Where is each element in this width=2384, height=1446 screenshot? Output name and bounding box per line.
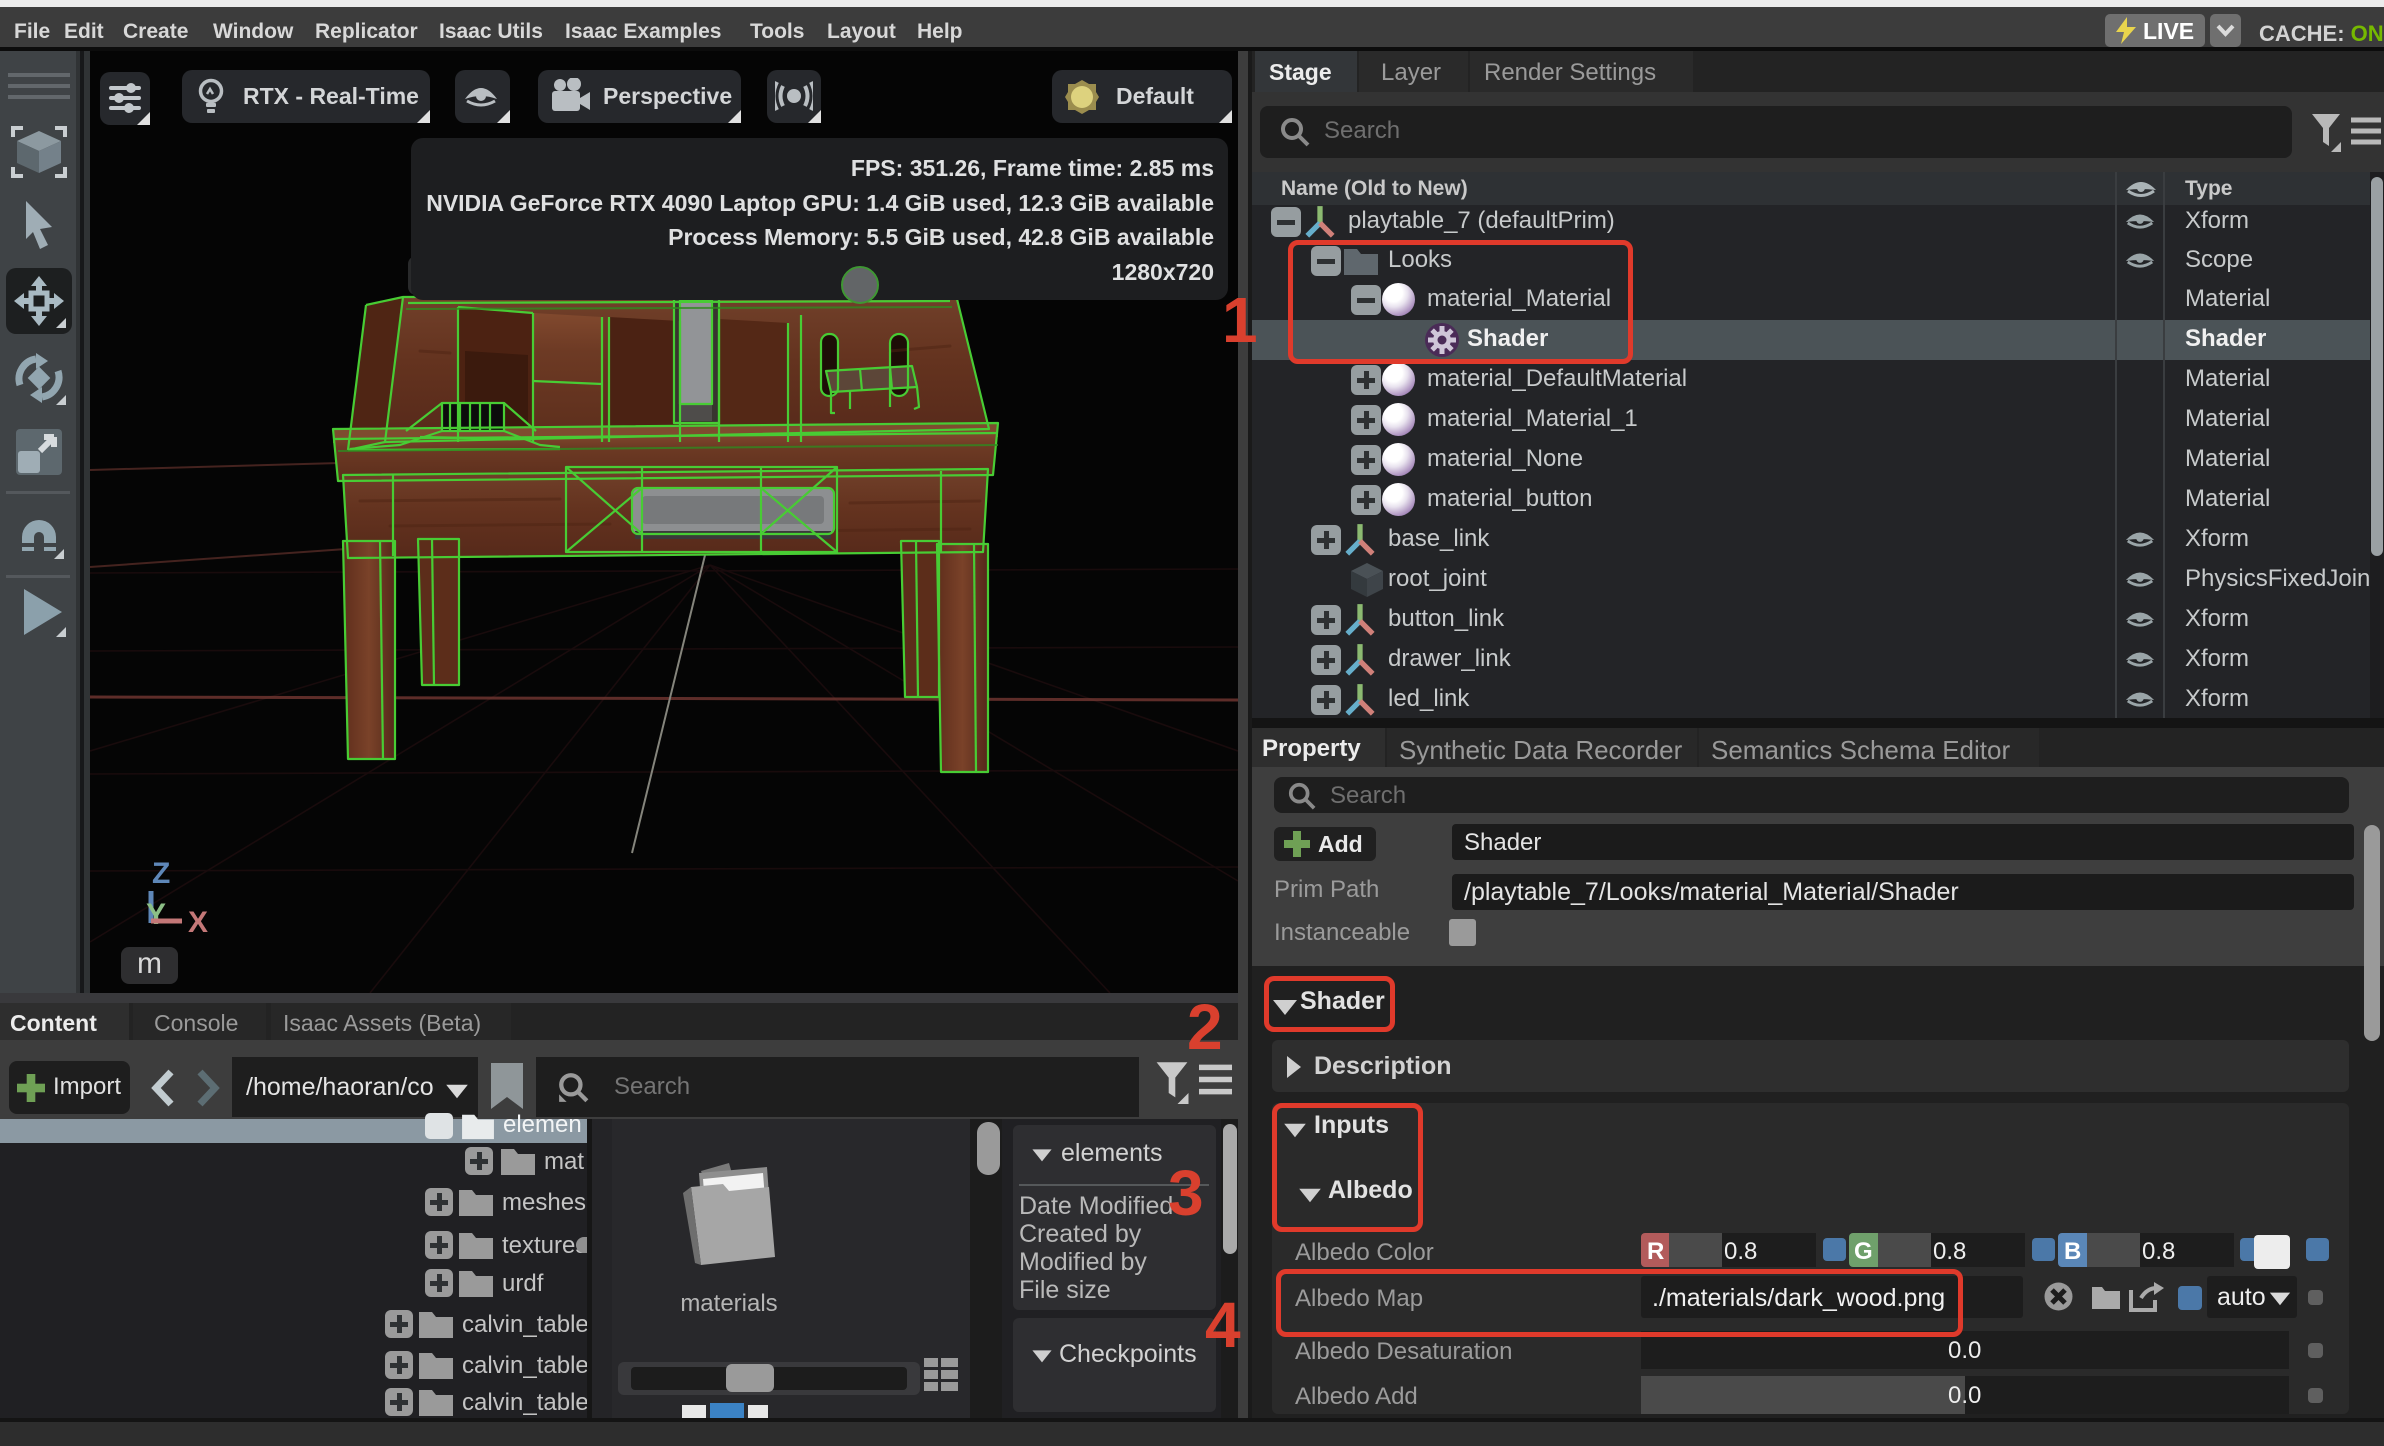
svg-text:Y: Y xyxy=(146,898,166,931)
svg-text:X: X xyxy=(188,906,208,939)
svg-text:Z: Z xyxy=(152,857,170,890)
